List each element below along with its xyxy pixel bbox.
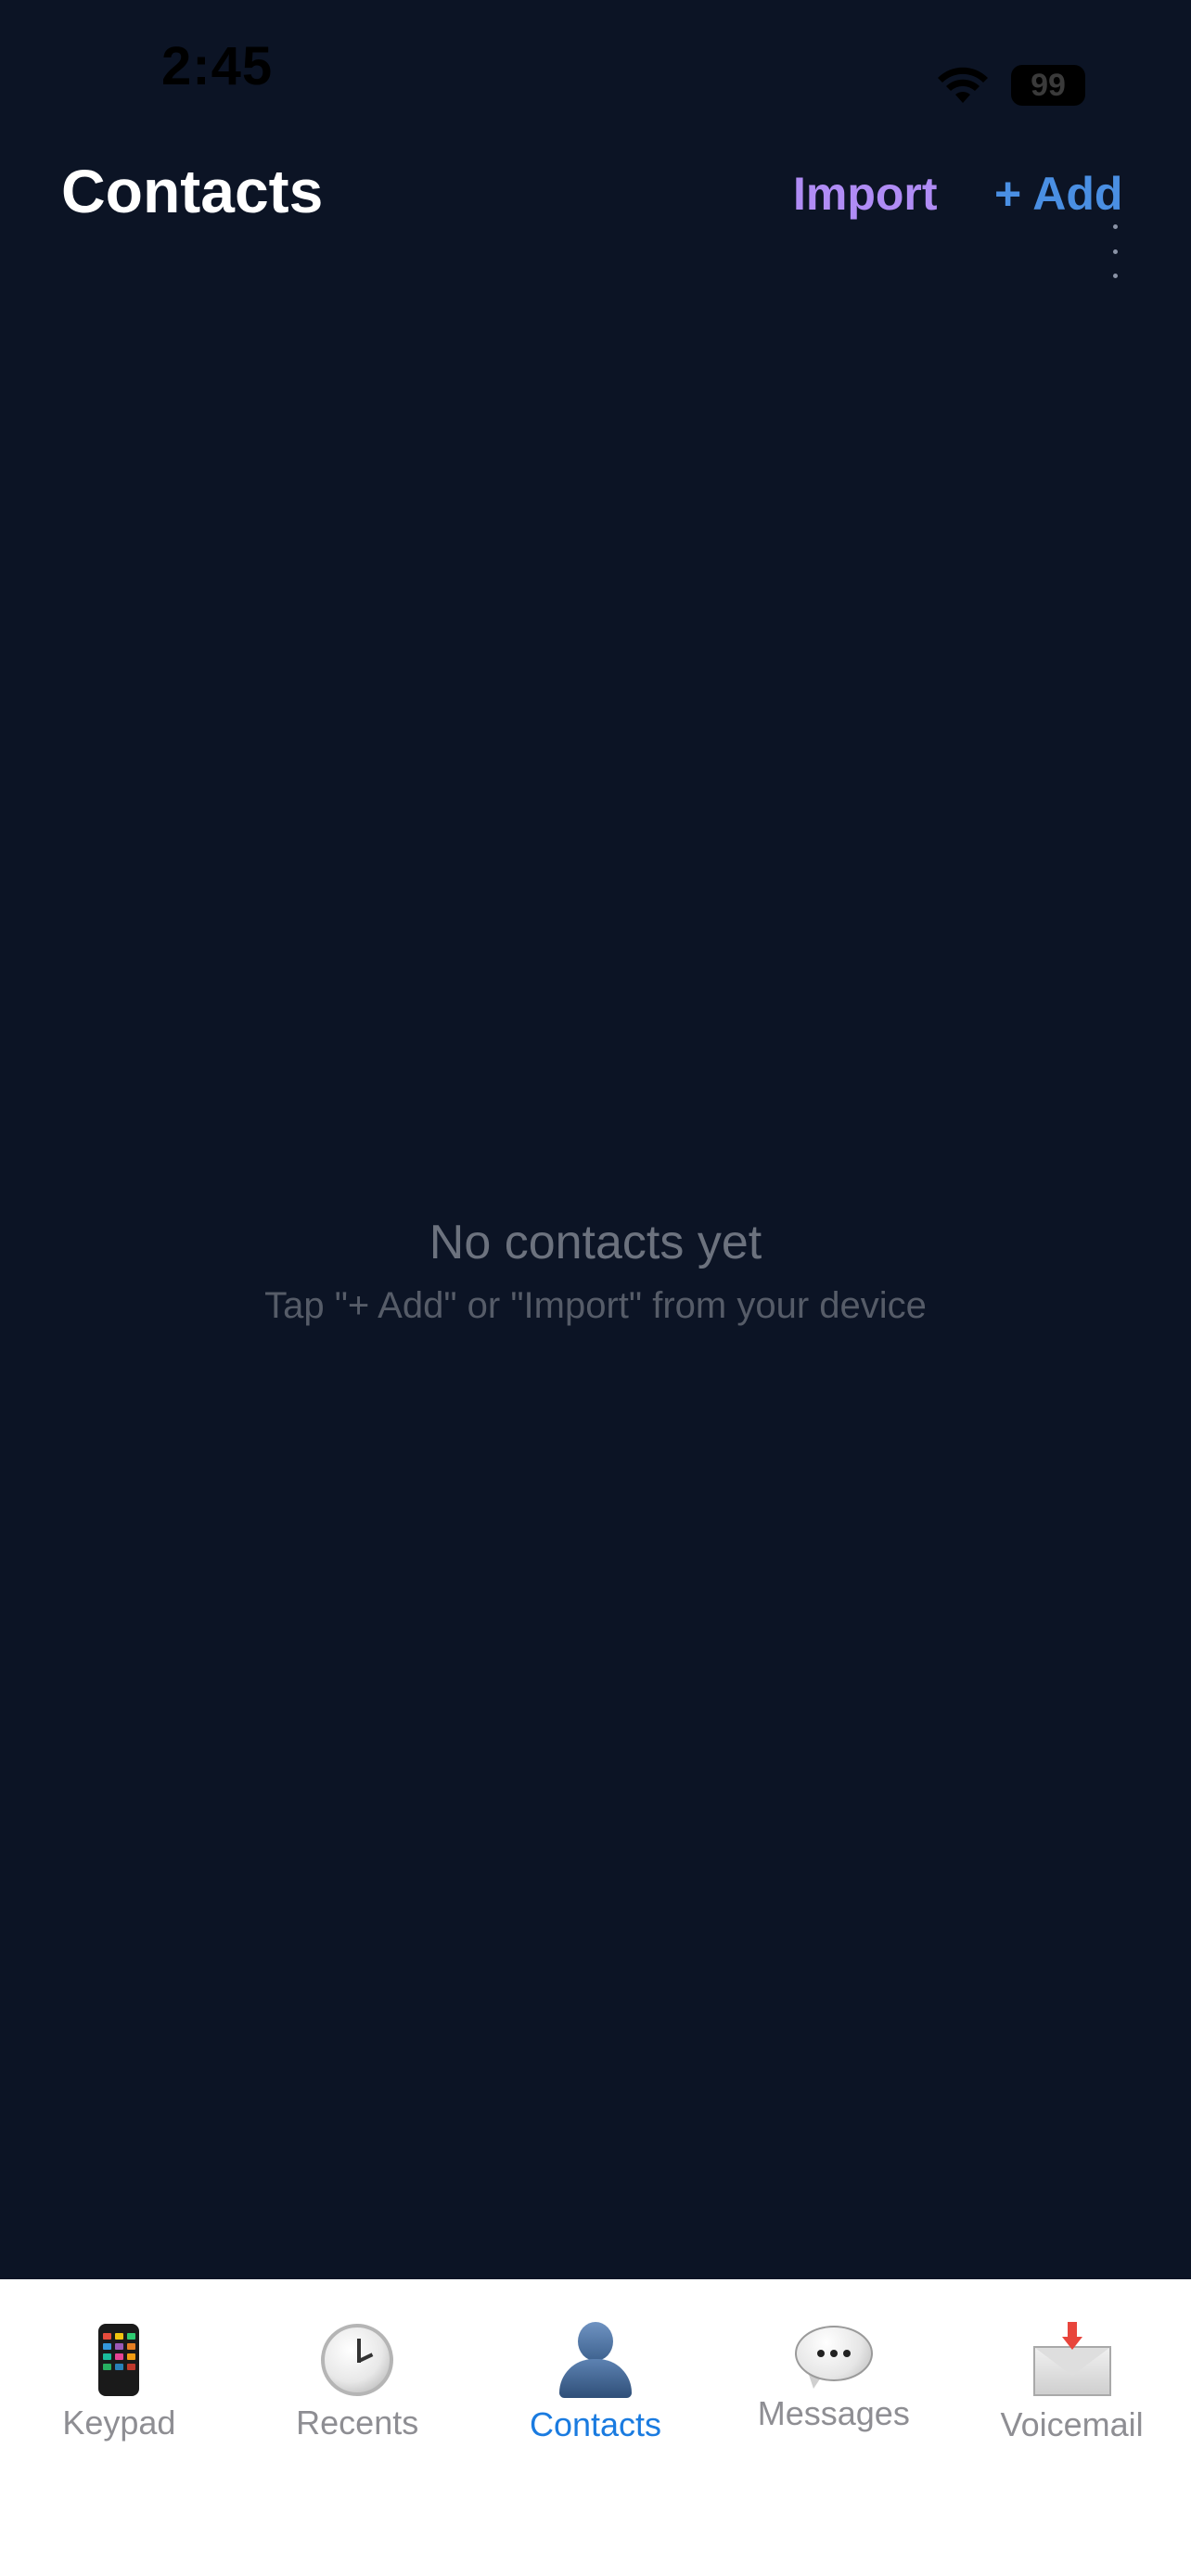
tab-keypad[interactable]: Keypad [0,2279,238,2576]
tab-contacts[interactable]: Contacts [477,2279,715,2576]
vertical-ellipsis-icon[interactable] [1109,224,1121,278]
tab-recents[interactable]: Recents [238,2279,477,2576]
keypad-phone-icon [98,2324,140,2396]
battery-indicator: 99 [1011,65,1085,106]
wifi-icon [937,66,989,105]
tab-voicemail[interactable]: Voicemail [953,2279,1191,2576]
empty-state: No contacts yet Tap "+ Add" or "Import" … [0,1210,1191,1331]
person-icon [556,2322,635,2398]
tab-label: Messages [757,2394,910,2432]
import-button[interactable]: Import [793,167,938,221]
envelope-icon [1032,2322,1111,2398]
tab-messages[interactable]: Messages [714,2279,953,2576]
empty-state-title: No contacts yet [429,1216,762,1269]
tab-bar: Keypad Recents Contacts Messages Voicema… [0,2279,1191,2576]
page-title: Contacts [61,157,324,225]
empty-state-subtitle: Tap "+ Add" or "Import" from your device [264,1285,927,1326]
speech-bubble-icon [794,2326,873,2389]
status-time: 2:45 [161,36,274,96]
tab-label: Voicemail [1000,2405,1144,2443]
add-contact-button[interactable]: + Add [994,167,1122,221]
tab-label: Recents [296,2404,419,2442]
clock-icon [321,2324,394,2396]
status-indicators: 99 [937,65,1085,106]
contacts-screen: 2:45 99 Contacts Import + Add No contact… [0,0,1191,2576]
tab-label: Contacts [529,2405,662,2443]
tab-label: Keypad [62,2404,176,2442]
